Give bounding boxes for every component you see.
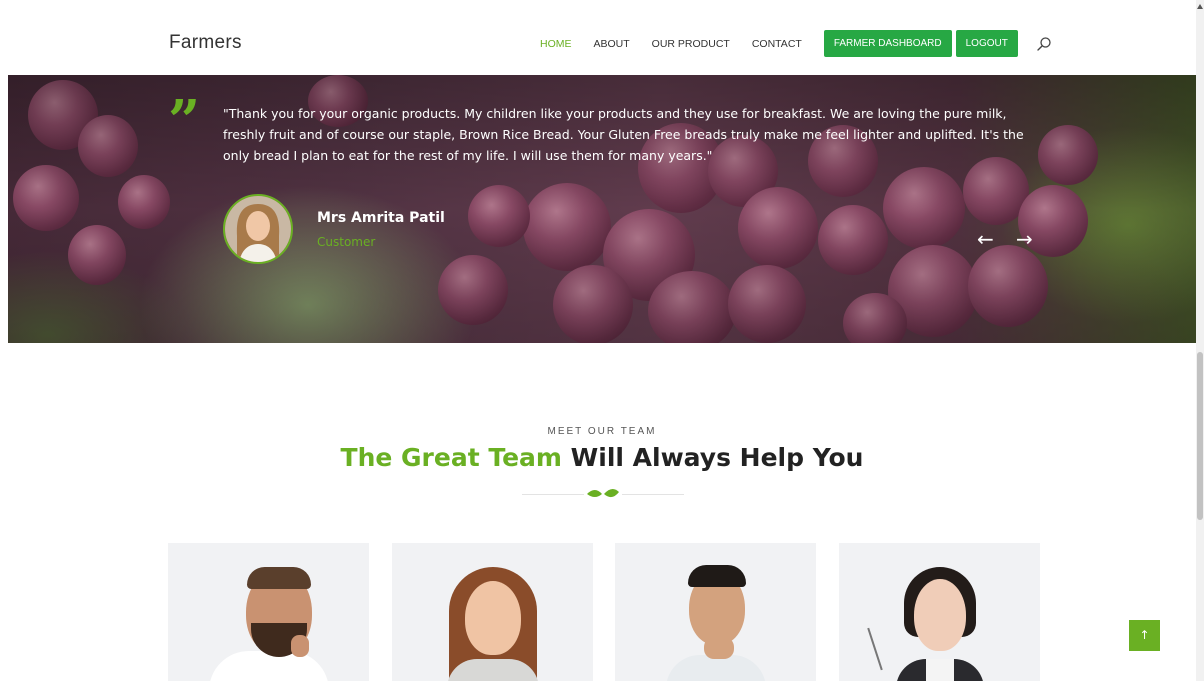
brand-logo[interactable]: Farmers xyxy=(169,32,242,54)
team-heading-highlight: The Great Team xyxy=(340,443,562,472)
team-card[interactable] xyxy=(615,543,816,681)
page-scrollbar[interactable] xyxy=(1196,0,1204,681)
team-member-photo xyxy=(199,543,339,681)
next-slide-arrow[interactable]: → xyxy=(1016,229,1033,249)
divider-right xyxy=(622,494,684,495)
testimonial-slider: ” "Thank you for your organic products. … xyxy=(8,75,1196,343)
divider-left xyxy=(522,494,584,495)
team-heading-rest: Will Always Help You xyxy=(561,443,864,472)
scroll-up-icon[interactable] xyxy=(1197,4,1203,9)
nav-contact[interactable]: CONTACT xyxy=(752,38,802,50)
team-member-photo xyxy=(866,543,1010,681)
customer-role: Customer xyxy=(317,235,376,249)
team-card[interactable] xyxy=(168,543,369,681)
leaf-icon xyxy=(587,488,619,498)
search-icon[interactable] xyxy=(1036,36,1052,52)
team-kicker: MEET OUR TEAM xyxy=(547,426,657,437)
nav-our-product[interactable]: OUR PRODUCT xyxy=(652,38,730,50)
logout-button[interactable]: LOGOUT xyxy=(955,30,1018,57)
customer-name: Mrs Amrita Patil xyxy=(317,210,445,226)
team-heading: The Great Team Will Always Help You xyxy=(0,443,1204,472)
nav-about[interactable]: ABOUT xyxy=(594,38,630,50)
site-header: Farmers HOME ABOUT OUR PRODUCT CONTACT F… xyxy=(0,0,1196,75)
team-member-photo xyxy=(646,543,786,681)
scroll-thumb[interactable] xyxy=(1197,352,1203,520)
testimonial-quote: "Thank you for your organic products. My… xyxy=(223,106,1024,163)
back-to-top-button[interactable]: ↑ xyxy=(1129,620,1160,651)
customer-photo xyxy=(225,196,291,262)
team-card[interactable] xyxy=(392,543,593,681)
customer-avatar xyxy=(223,194,293,264)
prev-slide-arrow[interactable]: ← xyxy=(977,229,994,249)
quote-icon: ” xyxy=(168,88,201,154)
farmer-dashboard-button[interactable]: FARMER DASHBOARD xyxy=(823,30,952,57)
team-card[interactable] xyxy=(839,543,1040,681)
nav-home[interactable]: HOME xyxy=(540,38,572,50)
main-nav: HOME ABOUT OUR PRODUCT CONTACT FARMER DA… xyxy=(540,30,1052,57)
team-member-photo xyxy=(423,543,563,681)
